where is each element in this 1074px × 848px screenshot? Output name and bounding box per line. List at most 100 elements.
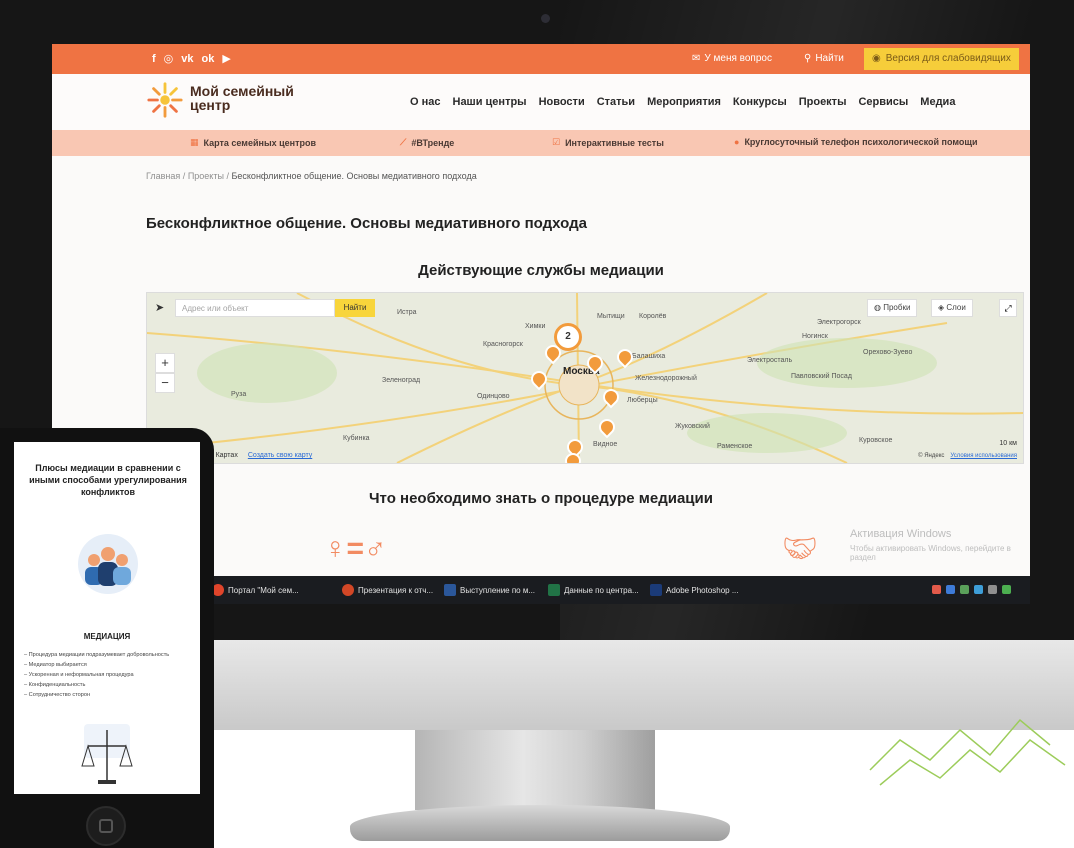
gender-symbols-icon: ♀=♂ [324, 532, 387, 565]
tray-icon[interactable] [988, 585, 997, 594]
mediation-services-map[interactable]: ➤ Адрес или объект Найти + − ◍ Пробки ◈ … [146, 292, 1024, 464]
nav-item-media[interactable]: Медиа [920, 96, 955, 108]
subbar-hotline-link[interactable]: ● Круглосуточный телефон психологической… [734, 137, 978, 147]
low-vision-button[interactable]: ◉ Версия для слабовидящих [864, 48, 1019, 70]
taskbar-label: Портал "Мой сем... [228, 585, 299, 595]
breadcrumb-separator: / [226, 171, 229, 181]
subbar-map-link[interactable]: ▦ Карта семейных центров [190, 137, 316, 148]
map-label-odintsovo: Одинцово [477, 393, 510, 400]
nav-item-about[interactable]: О нас [410, 96, 441, 108]
zoom-in-button[interactable]: + [155, 353, 175, 373]
fullscreen-icon[interactable]: ⤢ [999, 299, 1017, 317]
tray-icon[interactable] [946, 585, 955, 594]
map-label-khimki: Химки [525, 323, 546, 330]
subbar-tests-label: Интерактивные тесты [565, 137, 664, 148]
taskbar-item-word[interactable]: Выступление по м... [444, 582, 535, 598]
map-find-button[interactable]: Найти [335, 299, 375, 317]
nav-item-contests[interactable]: Конкурсы [733, 96, 787, 108]
layers-icon: ◈ [938, 303, 945, 312]
taskbar-item-photoshop[interactable]: Adobe Photoshop ... [650, 582, 739, 598]
map-label-kurovskoe: Куровское [859, 437, 893, 444]
taskbar-item-portal[interactable]: Портал "Мой сем... [212, 582, 299, 598]
breadcrumb-projects[interactable]: Проекты [188, 171, 224, 181]
decorative-outline [869, 718, 1066, 786]
tray-icon[interactable] [960, 585, 969, 594]
search-icon: ⚲ [804, 53, 812, 64]
breadcrumb-home[interactable]: Главная [146, 171, 180, 181]
map-label-kubinka: Кубинка [343, 435, 370, 442]
map-label-vidnoe: Видное [593, 441, 618, 448]
question-link[interactable]: ✉ У меня вопрос [692, 53, 772, 64]
taskbar-label: Adobe Photoshop ... [666, 585, 739, 595]
activation-title: Активация Windows [850, 528, 952, 540]
map-scale: 10 км [999, 440, 1017, 447]
map-label-elektrostal: Электросталь [747, 357, 793, 364]
taskbar-item-excel[interactable]: Данные по центра... [548, 582, 639, 598]
list-item: – Конфиденциальность [24, 682, 86, 688]
subbar-hotline-label: Круглосуточный телефон психологической п… [744, 137, 978, 147]
map-terms-link[interactable]: Условия использования [950, 453, 1017, 459]
nav-item-articles[interactable]: Статьи [597, 96, 635, 108]
breadcrumb-current: Бесконфликтное общение. Основы медиативн… [231, 171, 477, 181]
windows-activation-watermark: Активация Windows Чтобы активировать Win… [850, 528, 1030, 562]
list-item: – Ускоренная и неформальная процедура [24, 672, 134, 678]
services-title: Действующие службы медиации [418, 262, 664, 279]
vk-icon[interactable]: vk [181, 51, 193, 67]
map-label-pavlovsky-posad: Павловский Посад [791, 373, 852, 380]
site-header: Мой семейный центр О нас Наши центры Нов… [52, 74, 1030, 130]
map-label-ramenskoe: Раменское [717, 443, 753, 450]
tablet-home-button[interactable] [86, 806, 126, 846]
tablet-title: Плюсы медиации в сравнении с иными спосо… [29, 463, 187, 497]
nav-item-events[interactable]: Мероприятия [647, 96, 721, 108]
mediation-people-icon [78, 534, 138, 594]
monitor-stand-neck [415, 730, 655, 810]
excel-icon [548, 584, 560, 596]
map-label-lyubertsy: Люберцы [627, 397, 658, 404]
locate-arrow-icon[interactable]: ➤ [155, 301, 164, 314]
instagram-icon[interactable]: ◎ [164, 51, 174, 67]
tray-icon[interactable] [974, 585, 983, 594]
layers-button[interactable]: ◈ Слои [931, 299, 973, 317]
nav-item-centers[interactable]: Наши центры [453, 96, 527, 108]
mediation-heading: МЕДИАЦИЯ [83, 632, 131, 641]
phone-icon: ● [734, 137, 740, 147]
map-label-krasnogorsk: Красногорск [483, 341, 523, 348]
traffic-icon: ◍ [874, 303, 881, 312]
taskbar-item-presentation[interactable]: Презентация к отч... [342, 582, 433, 598]
nav-item-news[interactable]: Новости [539, 96, 585, 108]
home-square-icon [99, 819, 113, 833]
odnoklassniki-icon[interactable]: ok [202, 51, 215, 67]
create-map-link[interactable]: Создать свою карту [248, 452, 312, 459]
logo-text[interactable]: Мой семейный центр [190, 84, 330, 112]
social-links: f ◎ vk ok ▶ [152, 51, 231, 67]
sun-logo-icon[interactable] [146, 81, 184, 119]
map-copyright: © Яндекс Условия использования [918, 453, 1017, 459]
youtube-icon[interactable]: ▶ [222, 51, 230, 67]
breadcrumb: Главная / Проекты / Бесконфликтное общен… [146, 171, 477, 181]
subbar-trends-link[interactable]: ⟋ #ВТренде [400, 137, 454, 148]
main-nav: О нас Наши центры Новости Статьи Меропри… [410, 96, 955, 108]
word-icon [444, 584, 456, 596]
tray-icon[interactable] [1002, 585, 1011, 594]
zoom-out-button[interactable]: − [155, 373, 175, 393]
list-item: – Медиатор выбирается [24, 662, 87, 668]
map-label-orekhovo: Орехово-Зуево [863, 349, 913, 356]
map-copyright-text: © Яндекс [918, 453, 945, 459]
map-label-noginsk: Ногинск [802, 333, 828, 340]
map-search-input[interactable]: Адрес или объект [175, 299, 335, 317]
activation-hint: Чтобы активировать Windows, перейдите в … [850, 544, 1011, 562]
breadcrumb-separator: / [182, 171, 186, 181]
search-label: Найти [815, 53, 844, 64]
system-tray [932, 585, 1011, 594]
tray-icon[interactable] [932, 585, 941, 594]
facebook-icon[interactable]: f [152, 51, 156, 67]
traffic-button[interactable]: ◍ Пробки [867, 299, 918, 317]
powerpoint-icon [342, 584, 354, 596]
search-link[interactable]: ⚲ Найти [804, 53, 844, 64]
camera [541, 14, 550, 23]
layers-label: Слои [946, 303, 966, 312]
nav-item-services[interactable]: Сервисы [858, 96, 908, 108]
list-item: – Процедура медиации подразумевает добро… [24, 652, 170, 658]
nav-item-projects[interactable]: Проекты [799, 96, 847, 108]
subbar-tests-link[interactable]: ☑ Интерактивные тесты [552, 137, 664, 148]
